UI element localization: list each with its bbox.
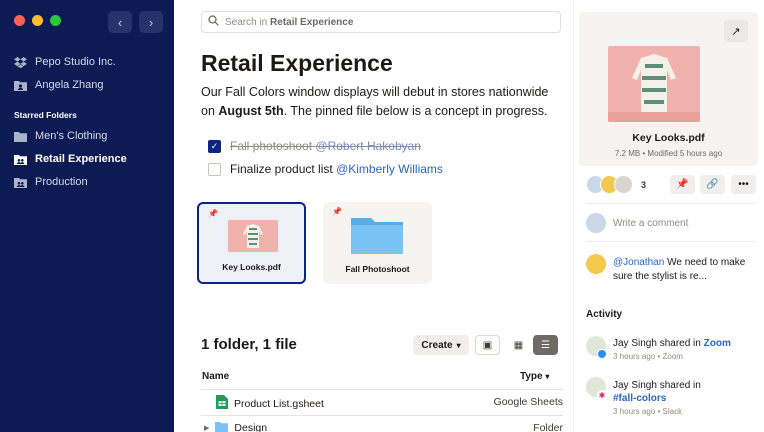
file-thumbnail xyxy=(228,220,278,252)
folder-icon xyxy=(215,421,229,432)
sidebar-item-production[interactable]: Production xyxy=(14,172,88,192)
pinned-file-label: Key Looks.pdf xyxy=(222,262,281,272)
shared-folder-icon xyxy=(14,154,27,165)
mention-link[interactable]: @Jonathan xyxy=(613,257,664,268)
gsheet-icon xyxy=(216,395,228,412)
activity-heading: Activity xyxy=(586,309,623,320)
activity-item[interactable]: Jay Singh shared in Zoom 3 hours ago • Z… xyxy=(613,337,731,363)
list-view-button[interactable]: ☰ xyxy=(533,335,558,355)
search-icon xyxy=(208,15,219,29)
comment-input[interactable]: Write a comment xyxy=(613,218,688,229)
back-button[interactable]: ‹ xyxy=(108,11,132,33)
avatar xyxy=(586,254,606,274)
starred-folders-heading: Starred Folders xyxy=(14,110,77,120)
sidebar-item-label: Angela Zhang xyxy=(35,79,104,91)
table-row[interactable]: Product List.gsheet xyxy=(216,395,324,412)
divider xyxy=(586,203,756,204)
sidebar-item-label: Production xyxy=(35,176,88,188)
file-type: Folder xyxy=(533,422,563,432)
zoom-icon xyxy=(597,349,607,359)
folder-icon xyxy=(351,216,403,259)
task-text: Finalize product list @Kimberly Williams xyxy=(230,162,443,176)
open-external-button[interactable]: ↗ xyxy=(724,20,748,42)
external-link-icon: ↗ xyxy=(731,25,741,38)
task-item: Finalize product list @Kimberly Williams xyxy=(208,162,443,176)
file-thumbnail[interactable] xyxy=(608,46,700,122)
table-row[interactable]: ▶ Design xyxy=(204,421,267,432)
chevron-down-icon: ▾ xyxy=(545,372,550,381)
copy-link-button[interactable]: 🔗 xyxy=(700,175,725,194)
task-text: Fall photoshoot @Robert Hakobyan xyxy=(230,139,421,153)
sidebar-item-label: Men's Clothing xyxy=(35,130,108,142)
folder-description[interactable]: Our Fall Colors window displays will deb… xyxy=(201,83,563,121)
chevron-right-icon: › xyxy=(148,14,154,30)
sidebar-item-label: Retail Experience xyxy=(35,153,127,165)
avatar xyxy=(586,213,606,233)
collaborator-avatars[interactable]: 3 xyxy=(586,175,646,194)
comment-item[interactable]: @Jonathan We need to make sure the styli… xyxy=(613,256,759,283)
collaborator-count: 3 xyxy=(641,179,647,190)
checkmark-icon: ✓ xyxy=(210,140,219,151)
search-input[interactable]: Search in Retail Experience xyxy=(201,11,561,33)
forward-button[interactable]: › xyxy=(139,11,163,33)
pinned-file-card[interactable]: 📌 Key Looks.pdf xyxy=(197,202,306,284)
divider xyxy=(201,415,563,416)
contents-summary: 1 folder, 1 file xyxy=(201,336,297,353)
avatar xyxy=(614,175,633,194)
grid-view-button[interactable]: ▦ xyxy=(506,335,531,355)
activity-item[interactable]: Jay Singh shared in #fall-colors 3 hours… xyxy=(613,379,701,418)
window-controls xyxy=(14,15,61,26)
mention-link[interactable]: @Kimberly Williams xyxy=(336,162,443,176)
history-nav: ‹ › xyxy=(108,11,163,33)
sidebar-item-label: Pepo Studio Inc. xyxy=(35,56,116,68)
page-title: Retail Experience xyxy=(201,50,393,76)
pin-icon: 📌 xyxy=(676,179,689,190)
search-placeholder: Search in Retail Experience xyxy=(225,16,354,28)
pin-icon: 📌 xyxy=(332,207,342,216)
more-options-button[interactable]: ••• xyxy=(731,175,756,194)
link-icon: 🔗 xyxy=(706,179,719,190)
file-type: Google Sheets xyxy=(493,396,563,408)
sidebar-item-personal[interactable]: Angela Zhang xyxy=(14,75,104,95)
activity-link[interactable]: Zoom xyxy=(704,338,731,349)
folder-icon xyxy=(14,131,27,142)
activity-link[interactable]: #fall-colors xyxy=(613,392,701,405)
chevron-down-icon: ▾ xyxy=(456,340,461,350)
divider xyxy=(201,389,563,390)
minimize-window-button[interactable] xyxy=(32,15,43,26)
grid-icon: ▦ xyxy=(513,339,524,351)
person-folder-icon xyxy=(14,80,27,91)
divider xyxy=(586,241,756,242)
pinned-folder-card[interactable]: 📌 Fall Photoshoot xyxy=(323,202,432,284)
column-header-name[interactable]: Name xyxy=(202,371,229,382)
shared-folder-icon xyxy=(14,177,27,188)
more-icon: ••• xyxy=(738,179,749,190)
preview-file-name: Key Looks.pdf xyxy=(632,132,705,144)
preview-file-meta: 7.2 MB • Modified 5 hours ago xyxy=(614,149,723,158)
task-item: ✓ Fall photoshoot @Robert Hakobyan xyxy=(208,139,421,153)
list-icon: ☰ xyxy=(541,339,550,351)
create-button[interactable]: Create ▾ xyxy=(413,335,469,355)
pin-icon: 📌 xyxy=(208,209,218,218)
column-header-type[interactable]: Type ▾ xyxy=(520,371,549,382)
sidebar: ‹ › Pepo Studio Inc. Angela Zhang Starre… xyxy=(0,0,174,432)
zoom-window-button[interactable] xyxy=(50,15,61,26)
sidebar-item-mens-clothing[interactable]: Men's Clothing xyxy=(14,126,107,146)
pinned-folder-label: Fall Photoshoot xyxy=(345,264,410,274)
task-checkbox[interactable] xyxy=(208,162,221,176)
sidebar-item-retail-experience[interactable]: Retail Experience xyxy=(14,149,127,169)
close-window-button[interactable] xyxy=(14,15,25,26)
pin-button[interactable]: 📌 xyxy=(670,175,695,194)
dropbox-icon xyxy=(14,56,27,68)
mention-link[interactable]: @Robert Hakobyan xyxy=(315,139,421,153)
sidebar-item-team[interactable]: Pepo Studio Inc. xyxy=(14,52,116,72)
file-preview-panel: ↗ Key Looks.pdf 7.2 MB • Modified 5 hour… xyxy=(579,12,758,166)
expand-arrow-icon[interactable]: ▶ xyxy=(204,424,209,432)
task-checkbox-checked[interactable]: ✓ xyxy=(208,139,221,153)
panel-divider xyxy=(573,0,574,432)
image-view-icon: ▣ xyxy=(482,339,493,351)
chevron-left-icon: ‹ xyxy=(117,14,123,30)
slack-icon: ✱ xyxy=(597,390,607,400)
preview-view-button[interactable]: ▣ xyxy=(475,335,500,355)
